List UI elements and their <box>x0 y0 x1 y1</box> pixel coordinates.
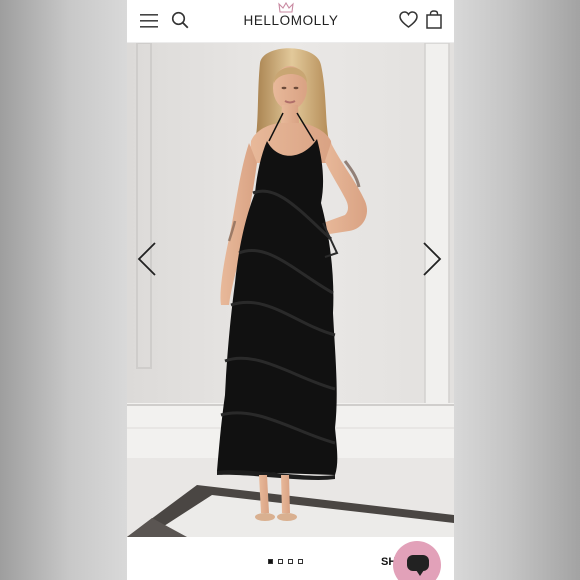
background-left <box>0 0 127 580</box>
brand-logo[interactable]: HELLOMOLLY <box>243 13 339 33</box>
bag-icon[interactable] <box>426 10 442 29</box>
chat-button[interactable] <box>393 541 441 580</box>
product-photo <box>127 43 454 537</box>
slide-dot[interactable] <box>298 559 303 564</box>
bottom-bar: SH <box>127 537 454 580</box>
chevron-right-icon[interactable] <box>420 239 444 279</box>
search-icon[interactable] <box>171 11 189 29</box>
background-right <box>454 0 580 580</box>
slide-dot[interactable] <box>268 559 273 564</box>
menu-icon[interactable] <box>140 13 158 29</box>
product-image-gallery[interactable] <box>127 43 454 537</box>
phone-screen: HELLOMOLLY SH <box>127 0 454 580</box>
slide-dot[interactable] <box>288 559 293 564</box>
heart-icon[interactable] <box>399 11 418 29</box>
chevron-left-icon[interactable] <box>135 239 159 279</box>
slide-dot[interactable] <box>278 559 283 564</box>
top-navigation-bar: HELLOMOLLY <box>127 0 454 43</box>
chat-icon <box>407 555 429 576</box>
slide-indicators <box>268 559 303 567</box>
